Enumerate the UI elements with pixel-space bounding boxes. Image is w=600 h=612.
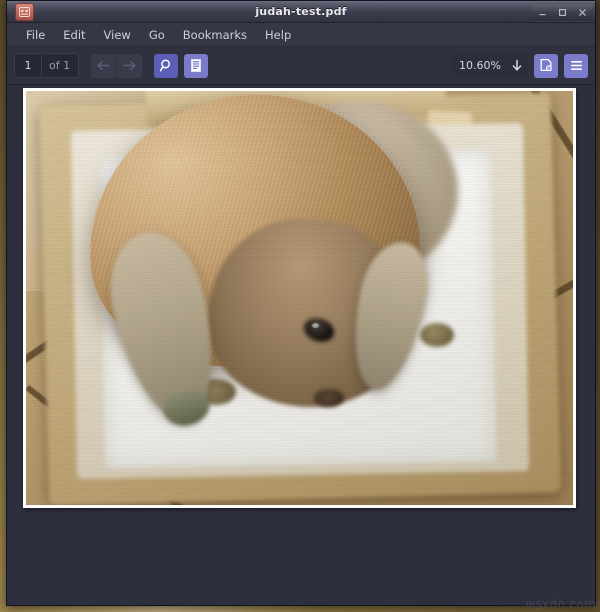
menu-item-edit[interactable]: Edit — [54, 26, 94, 44]
next-page-button[interactable] — [117, 54, 142, 78]
foam-hole-right — [420, 323, 454, 347]
menu-bar: File Edit View Go Bookmarks Help — [7, 23, 595, 47]
page-step-buttons — [91, 53, 143, 78]
site-watermark: wsxdn.com — [525, 597, 596, 611]
page-total-label: of 1 — [49, 59, 71, 72]
desktop-background: judah-test.pdf File Edit View Go Bookmar… — [0, 0, 600, 612]
menu-item-go[interactable]: Go — [140, 26, 174, 44]
rabbit-nose — [314, 389, 344, 407]
menu-item-bookmarks[interactable]: Bookmarks — [174, 26, 256, 44]
menu-item-file[interactable]: File — [17, 26, 54, 44]
page-number-input[interactable]: 1 — [15, 55, 41, 76]
menu-item-view[interactable]: View — [95, 26, 140, 44]
maximize-button[interactable] — [553, 3, 572, 22]
search-icon — [159, 58, 174, 73]
toolbar: 1 of 1 10.60% — [7, 47, 595, 85]
previous-page-button[interactable] — [91, 54, 116, 78]
zoom-level-value: 10.60% — [459, 59, 501, 72]
view-options-button[interactable] — [534, 53, 558, 78]
main-menu-button[interactable] — [564, 53, 588, 78]
toolbar-left-group: 1 of 1 — [14, 53, 209, 78]
title-bar[interactable]: judah-test.pdf — [7, 1, 595, 23]
window-title: judah-test.pdf — [255, 5, 347, 18]
pdf-document-icon — [15, 2, 34, 21]
minimize-button[interactable] — [533, 3, 552, 22]
document-view[interactable] — [7, 85, 595, 605]
search-button[interactable] — [154, 53, 179, 78]
window-controls — [533, 3, 592, 22]
pdf-page[interactable] — [23, 88, 576, 508]
menu-item-help[interactable]: Help — [256, 26, 300, 44]
close-button[interactable] — [573, 3, 592, 22]
toolbar-right-group: 10.60% — [451, 53, 588, 78]
page-navigation-box: 1 of 1 — [14, 53, 80, 78]
hamburger-menu-icon — [569, 59, 584, 72]
zoom-control[interactable]: 10.60% — [451, 54, 528, 77]
pdf-viewer-window: judah-test.pdf File Edit View Go Bookmar… — [6, 0, 596, 606]
document-outline-icon — [189, 58, 203, 73]
zoom-dropdown-icon[interactable] — [511, 59, 523, 72]
page-settings-icon — [539, 58, 554, 73]
sidebar-toggle-button[interactable] — [184, 53, 209, 78]
page-photo-rabbit-in-box — [26, 91, 573, 505]
rabbit-eye-highlight — [312, 323, 319, 328]
